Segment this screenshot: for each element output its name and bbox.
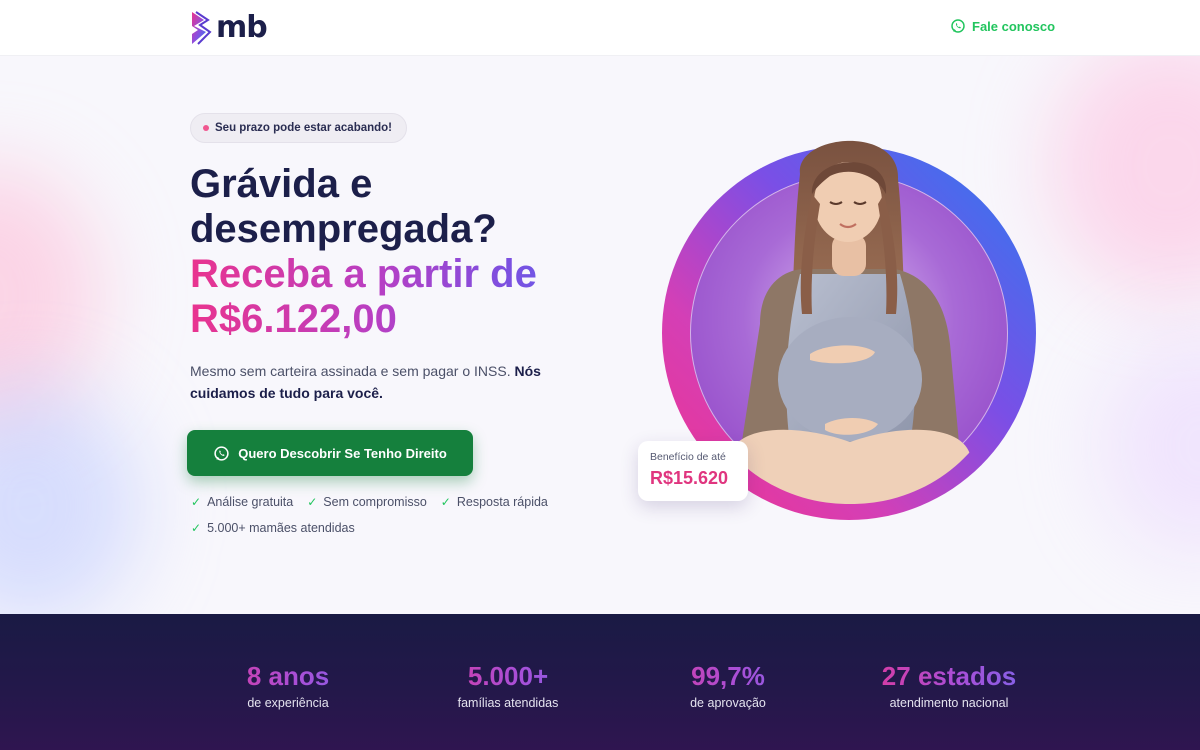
- check-icon: ✓: [191, 495, 202, 509]
- hero-headline: Grávida e desempregada? Receba a partir …: [190, 162, 610, 342]
- check-icon: ✓: [440, 495, 451, 509]
- hero-section: Seu prazo pode estar acabando! Grávida e…: [0, 56, 1200, 614]
- stat-label: de experiência: [247, 696, 329, 710]
- stat-value: 27 estados: [839, 660, 1059, 692]
- check-item: ✓ 5.000+ mamães atendidas: [191, 520, 355, 537]
- benefit-checklist: ✓ Análise gratuita ✓ Sem compromisso ✓ R…: [191, 494, 591, 537]
- headline-amount: R$6.122,00: [190, 297, 610, 342]
- headline-line-1: Grávida e: [190, 162, 373, 206]
- headline-line-3: Receba a partir de: [190, 252, 610, 297]
- stat-approval: 99,7% de aprovação: [618, 660, 838, 710]
- stat-states: 27 estados atendimento nacional: [839, 660, 1059, 710]
- contact-label: Fale conosco: [972, 18, 1056, 34]
- check-icon: ✓: [191, 521, 202, 535]
- check-item: ✓ Resposta rápida: [441, 494, 548, 511]
- stat-value: 5.000+: [398, 660, 618, 692]
- stat-value: 99,7%: [618, 660, 838, 692]
- check-item-label: 5.000+ mamães atendidas: [207, 521, 355, 535]
- background-blob: [1050, 56, 1200, 296]
- background-blob: [0, 386, 140, 614]
- subtext-regular: Mesmo sem carteira assinada e sem pagar …: [190, 363, 511, 379]
- check-item-label: Sem compromisso: [323, 495, 427, 509]
- deadline-badge: Seu prazo pode estar acabando!: [190, 113, 408, 143]
- alert-dot-icon: [203, 125, 209, 131]
- headline-line-2: desempregada?: [190, 207, 497, 251]
- benefit-card-value: R$15.620: [650, 468, 729, 488]
- check-icon: ✓: [307, 495, 318, 509]
- logo-text: mb: [216, 10, 268, 45]
- hero-subtext: Mesmo sem carteira assinada e sem pagar …: [190, 360, 570, 404]
- deadline-badge-text: Seu prazo pode estar acabando!: [215, 122, 393, 134]
- check-item-label: Análise gratuita: [207, 495, 294, 509]
- logo[interactable]: mb: [190, 9, 268, 47]
- logo-mark-icon: [192, 11, 212, 45]
- cta-label: Quero Descobrir Se Tenho Direito: [238, 445, 447, 461]
- benefit-card: Benefício de até R$15.620: [638, 441, 748, 501]
- background-blob: [1100, 336, 1200, 556]
- stat-label: atendimento nacional: [889, 696, 1009, 710]
- contact-link[interactable]: Fale conosco: [950, 18, 1055, 34]
- stat-label: de aprovação: [690, 696, 766, 710]
- cta-button[interactable]: Quero Descobrir Se Tenho Direito: [187, 430, 473, 476]
- benefit-card-label: Benefício de até: [650, 451, 726, 463]
- stat-value: 8 anos: [178, 660, 398, 692]
- stat-experience: 8 anos de experiência: [178, 660, 398, 710]
- whatsapp-icon: [214, 445, 229, 461]
- stat-label: famílias atendidas: [457, 696, 559, 710]
- stats-section: 8 anos de experiência 5.000+ famílias at…: [0, 614, 1200, 750]
- whatsapp-icon: [951, 19, 965, 33]
- check-item-label: Resposta rápida: [456, 495, 548, 509]
- site-header: mb Fale conosco: [0, 0, 1200, 56]
- check-item: ✓ Análise gratuita: [191, 494, 293, 511]
- stat-families: 5.000+ famílias atendidas: [398, 660, 618, 710]
- check-item: ✓ Sem compromisso: [307, 494, 427, 511]
